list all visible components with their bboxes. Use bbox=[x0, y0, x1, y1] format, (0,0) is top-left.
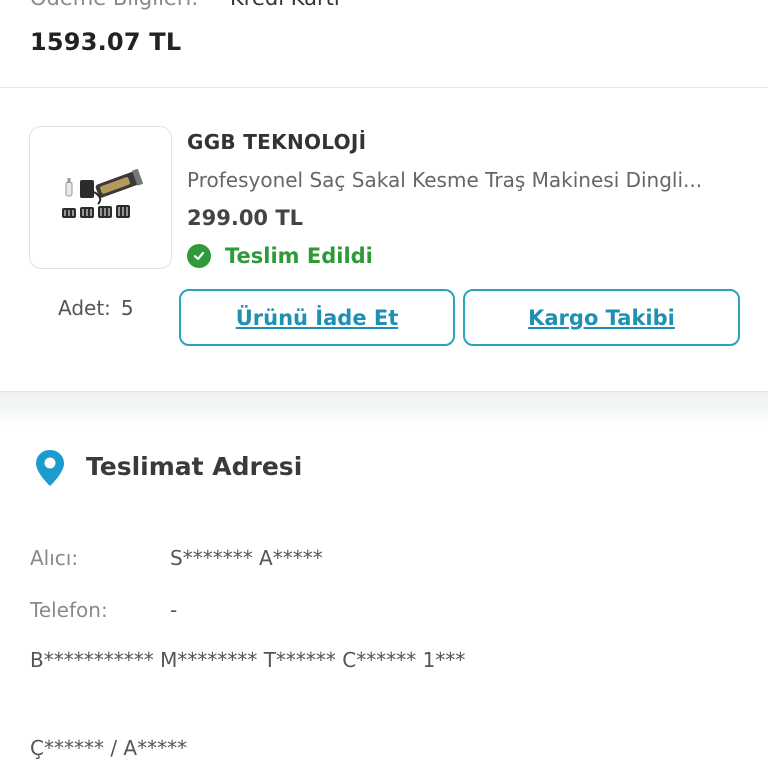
quantity-value: 5 bbox=[120, 296, 134, 320]
product-image bbox=[62, 168, 144, 218]
recipient-label: Alıcı: bbox=[30, 546, 79, 570]
phone-value: - bbox=[170, 598, 178, 622]
check-circle-icon bbox=[187, 244, 211, 268]
product-name[interactable]: Profesyonel Saç Sakal Kesme Traş Makines… bbox=[187, 168, 747, 192]
quantity-label: Adet: bbox=[58, 296, 111, 320]
location-pin-icon bbox=[36, 450, 64, 486]
return-product-button[interactable]: Ürünü İade Et bbox=[179, 289, 455, 346]
address-city: Ç****** / A***** bbox=[30, 736, 188, 760]
quantity: Adet: 5 bbox=[58, 296, 134, 320]
seller-name: GGB TEKNOLOJİ bbox=[187, 130, 367, 154]
section-divider bbox=[0, 392, 768, 428]
payment-section: Ödeme Bilgileri: Kredi Kartı 1593.07 TL bbox=[0, 0, 768, 88]
phone-label: Telefon: bbox=[30, 598, 108, 622]
order-item-card: GGB TEKNOLOJİ Profesyonel Saç Sakal Kesm… bbox=[0, 88, 768, 392]
address-street: B*********** M******** T****** C****** 1… bbox=[30, 648, 466, 672]
delivery-status: Teslim Edildi bbox=[187, 244, 373, 268]
delivery-status-label: Teslim Edildi bbox=[225, 244, 373, 268]
product-thumbnail[interactable] bbox=[29, 126, 172, 269]
order-total: 1593.07 TL bbox=[30, 28, 182, 56]
payment-method-value: Kredi Kartı bbox=[230, 0, 340, 10]
delivery-address-title: Teslimat Adresi bbox=[86, 452, 303, 481]
delivery-address-section: Teslimat Adresi Alıcı: S******* A***** T… bbox=[0, 428, 768, 768]
recipient-value: S******* A***** bbox=[170, 546, 323, 570]
cargo-tracking-button[interactable]: Kargo Takibi bbox=[463, 289, 740, 346]
payment-label: Ödeme Bilgileri: bbox=[30, 0, 198, 10]
payment-method-row: Ödeme Bilgileri: Kredi Kartı bbox=[30, 0, 340, 10]
product-price: 299.00 TL bbox=[187, 206, 304, 230]
